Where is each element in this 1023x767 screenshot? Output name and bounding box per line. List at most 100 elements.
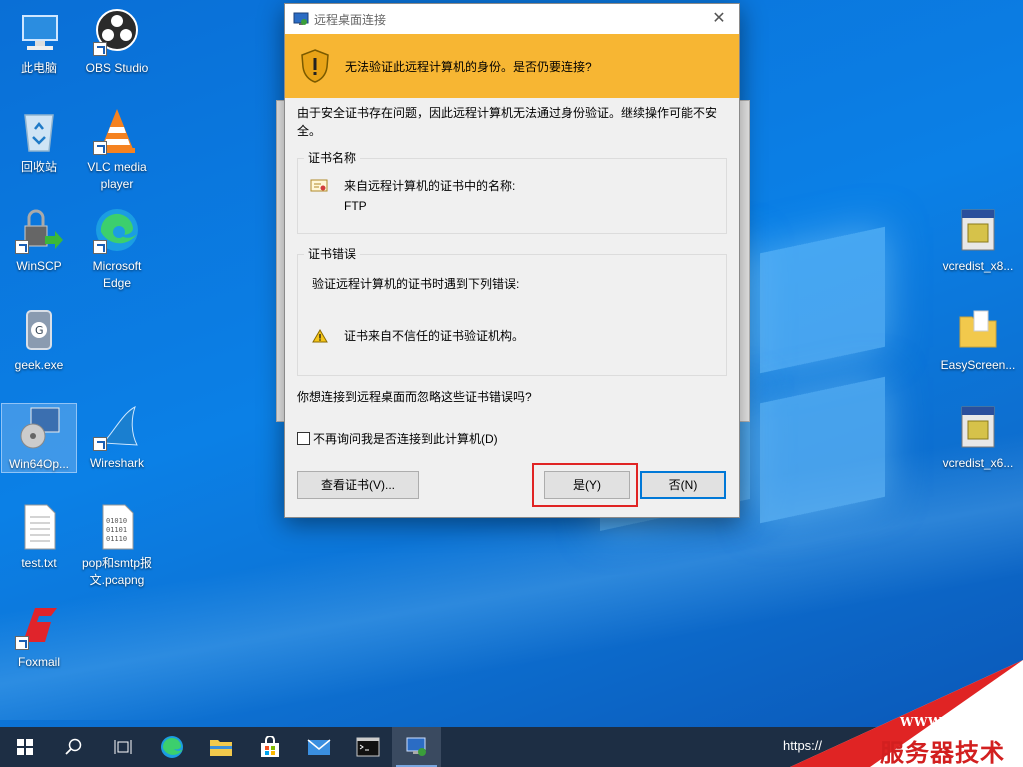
dialog-description: 由于安全证书存在问题，因此远程计算机无法通过身份验证。继续操作可能不安全。 — [297, 106, 718, 138]
task-view-icon — [114, 740, 131, 754]
rdp-certificate-dialog: 远程桌面连接 ✕ 无法验证此远程计算机的身份。是否仍要连接? 由于安全证书存在问… — [284, 3, 740, 518]
desktop-icon-label: 回收站 — [20, 160, 57, 174]
checkbox-label: 不再询问我是否连接到此计算机(D) — [313, 432, 498, 446]
dont-ask-again-checkbox[interactable]: 不再询问我是否连接到此计算机(D) — [297, 430, 498, 447]
desktop-icon-vcredist-x64[interactable]: vcredist_x6... — [936, 403, 1020, 472]
desktop-icon-this-pc[interactable]: 此电脑 — [1, 8, 77, 77]
certificate-name-group: 证书名称 来自远程计算机的证书中的名称: FTP — [297, 149, 727, 234]
mail-icon — [307, 739, 330, 755]
taskbar-remote-desktop[interactable] — [392, 727, 441, 767]
desktop-icon-recycle-bin[interactable]: 回收站 — [1, 107, 77, 176]
shortcut-arrow-icon — [93, 42, 107, 56]
desktop-icon-label: OBS Studio — [85, 61, 149, 75]
desktop-icon-win64openssl[interactable]: Win64Op... — [1, 403, 77, 473]
desktop-icon-vcredist-x86[interactable]: vcredist_x8... — [936, 206, 1020, 275]
desktop-icon-label: geek.exe — [14, 358, 64, 372]
taskbar-file-explorer[interactable] — [196, 727, 245, 767]
desktop-icon-label: EasyScreen... — [940, 358, 1016, 372]
desktop-icon-winscp[interactable]: WinSCP — [1, 206, 77, 275]
warning-banner: 无法验证此远程计算机的身份。是否仍要连接? — [285, 34, 739, 98]
installer-icon — [954, 403, 1002, 451]
windows-logo-icon — [16, 739, 33, 755]
text-file-icon — [15, 503, 63, 551]
certificate-icon — [310, 178, 328, 194]
desktop-icon-test-txt[interactable]: test.txt — [1, 503, 77, 572]
desktop-icon-obs[interactable]: OBS Studio — [79, 8, 155, 77]
taskbar-store[interactable] — [245, 727, 294, 767]
cert-name-row: 来自远程计算机的证书中的名称: — [310, 177, 515, 194]
cert-name-value: FTP — [344, 199, 367, 213]
desktop-icon-foxmail[interactable]: Foxmail — [1, 602, 77, 671]
shortcut-arrow-icon — [93, 240, 107, 254]
winscp-icon — [15, 206, 63, 254]
start-button[interactable] — [0, 727, 49, 767]
watermark-name: 服务器技术网 — [880, 739, 1005, 767]
desktop-icon-wireshark[interactable]: Wireshark — [79, 403, 155, 472]
shortcut-arrow-icon — [93, 437, 107, 451]
folder-icon — [209, 740, 232, 756]
command-prompt-icon — [356, 737, 379, 757]
desktop-icon-label: VLC media player — [87, 160, 147, 191]
desktop-icon-label: Foxmail — [17, 655, 60, 669]
desktop-icon-label: vcredist_x8... — [942, 259, 1014, 273]
shortcut-arrow-icon — [93, 141, 107, 155]
cert-name-label: 来自远程计算机的证书中的名称: — [344, 179, 516, 193]
warning-shield-icon — [301, 49, 329, 83]
edge-icon — [93, 206, 141, 254]
view-certificate-button[interactable]: 查看证书(V)... — [297, 471, 419, 499]
search-icon — [64, 738, 81, 755]
foxmail-icon — [15, 602, 63, 650]
pcapng-file-icon: 01010 01101 01110 — [93, 503, 141, 551]
desktop-icon-label: Wireshark — [89, 456, 144, 470]
installer-icon — [954, 206, 1002, 254]
shortcut-arrow-icon — [15, 636, 29, 650]
warning-message: 无法验证此远程计算机的身份。是否仍要连接? — [345, 59, 592, 74]
svg-text:01101: 01101 — [106, 526, 127, 534]
cert-error-row: 证书来自不信任的证书验证机构。 — [312, 327, 524, 344]
watermark-url: WWW.77ISP.COM — [900, 715, 1023, 729]
highlight-box — [532, 463, 638, 507]
desktop-icon-edge[interactable]: Microsoft Edge — [79, 206, 155, 292]
folder-icon — [954, 305, 1002, 353]
svg-text:G: G — [35, 324, 44, 337]
task-view-button[interactable] — [98, 727, 147, 767]
desktop-icon-label: 此电脑 — [20, 61, 57, 75]
group-title: 证书错误 — [304, 245, 361, 262]
desktop-icon-label: test.txt — [21, 556, 57, 570]
desktop-icon-label: vcredist_x6... — [942, 456, 1014, 470]
taskbar-cmd[interactable] — [343, 727, 392, 767]
checkbox-box[interactable] — [297, 432, 310, 445]
connect-question: 你想连接到远程桌面而忽略这些证书错误吗? — [297, 390, 532, 404]
edge-icon — [160, 736, 183, 758]
desktop-icon-geek[interactable]: G geek.exe — [1, 305, 77, 374]
desktop-icon-easyscreen[interactable]: EasyScreen... — [936, 305, 1020, 374]
wireshark-fin-icon — [93, 403, 141, 451]
remote-desktop-icon — [406, 737, 426, 756]
geek-uninstaller-icon: G — [15, 305, 63, 353]
dialog-title: 远程桌面连接 — [314, 12, 387, 27]
no-button[interactable]: 否(N) — [640, 471, 726, 499]
group-title: 证书名称 — [304, 149, 361, 166]
vlc-cone-icon — [93, 107, 141, 155]
taskbar-mail[interactable] — [294, 727, 343, 767]
desktop-icon-label: Microsoft Edge — [92, 259, 142, 290]
obs-icon — [93, 8, 141, 56]
dialog-titlebar[interactable]: 远程桌面连接 ✕ — [285, 4, 739, 34]
desktop-icon-pcapng[interactable]: 01010 01101 01110 pop和smtp报文.pcapng — [79, 503, 155, 589]
store-bag-icon — [260, 736, 279, 757]
desktop-icon-label: pop和smtp报文.pcapng — [81, 556, 153, 587]
shortcut-arrow-icon — [15, 240, 29, 254]
svg-text:01010: 01010 — [106, 517, 127, 525]
computer-icon — [15, 8, 63, 56]
svg-text:01110: 01110 — [106, 535, 127, 543]
desktop-icon-label: WinSCP — [16, 259, 62, 273]
search-button[interactable] — [49, 727, 98, 767]
desktop-icon-label: Win64Op... — [8, 457, 70, 471]
desktop-icon-vlc[interactable]: VLC media player — [79, 107, 155, 193]
taskbar-edge[interactable] — [147, 727, 196, 767]
remote-desktop-icon — [293, 11, 309, 27]
close-button[interactable]: ✕ — [699, 4, 739, 34]
warning-triangle-icon — [312, 328, 328, 343]
installer-icon — [15, 404, 63, 452]
certificate-error-group: 证书错误 验证远程计算机的证书时遇到下列错误: 证书来自不信任的证书验证机构。 — [297, 245, 727, 376]
